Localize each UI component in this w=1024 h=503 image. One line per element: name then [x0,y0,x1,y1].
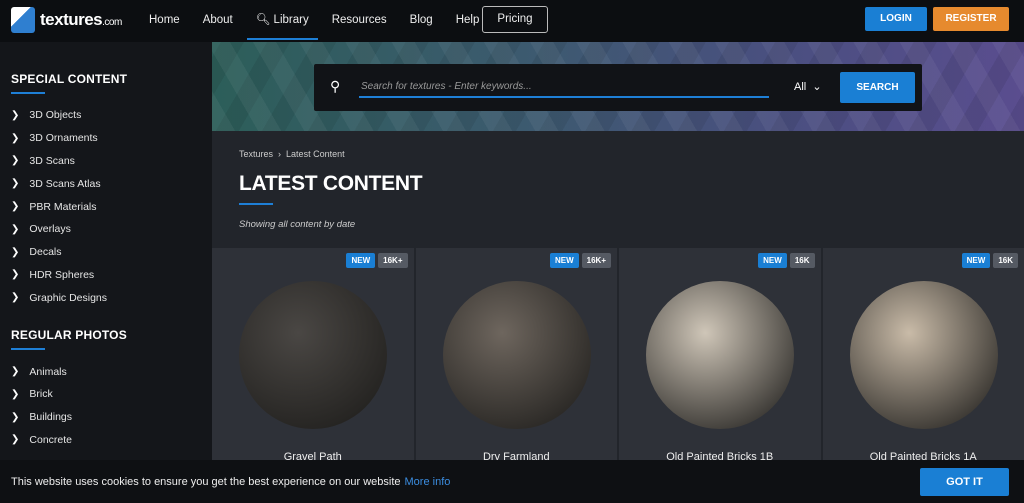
resolution-badge: 16K+ [378,253,408,268]
page-subtitle: Showing all content by date [239,219,356,230]
search-button[interactable]: SEARCH [840,72,915,103]
sidebar-item[interactable]: ❯ 3D Scans Atlas [11,172,201,195]
sidebar-item[interactable]: ❯ HDR Spheres [11,264,201,287]
category-select[interactable]: All ⌄ [794,80,822,93]
section-underline [11,92,45,94]
sidebar-item-label: 3D Scans [29,154,75,167]
texture-preview [239,281,387,429]
logo[interactable]: textures.com [11,7,122,33]
category-value: All [794,81,807,93]
sidebar-item[interactable]: ❯ Concrete [11,429,201,452]
chevron-right-icon: ❯ [11,388,20,400]
login-button[interactable]: LOGIN [865,7,927,31]
chevron-right-icon: ❯ [11,132,20,144]
sidebar-item-label: Buildings [29,411,73,424]
main-nav: Home About 🔍︎ Library Resources Blog Hel… [149,0,502,42]
sidebar-item-label: 3D Ornaments [29,132,98,145]
page-title: LATEST CONTENT [239,172,423,195]
sidebar-section-title: SPECIAL CONTENT [11,72,128,86]
sidebar-item-label: Concrete [29,433,72,446]
cube-logo-icon [11,7,35,33]
sidebar-item-label: Animals [29,365,67,378]
sidebar-item[interactable]: ❯ Brick [11,383,201,406]
nav-resources[interactable]: Resources [332,0,387,42]
sidebar-item[interactable]: ❯ 3D Scans [11,150,201,173]
chevron-right-icon: › [278,149,282,159]
more-info-link[interactable]: More info [405,476,451,488]
breadcrumb: Textures › Latest Content [239,149,345,159]
sidebar-item[interactable]: ❯ 3D Ornaments [11,127,201,150]
nav-library[interactable]: 🔍︎ Library [246,0,318,42]
sidebar-item[interactable]: ❯ Graphic Designs [11,286,201,309]
sidebar-item-label: Decals [29,246,62,259]
search-icon: 🔍︎ [255,14,274,26]
texture-preview [849,281,998,429]
texture-card[interactable]: NEW 16K+ Gravel Path [212,248,414,463]
chevron-right-icon: ❯ [11,366,20,378]
pricing-button[interactable]: Pricing [482,6,548,33]
search-banner: ⚲ All ⌄ SEARCH [212,42,1024,131]
sidebar-item[interactable]: ❯ 3D Objects [11,104,201,127]
logo-suffix: .com [102,17,122,28]
search-icon: ⚲ [330,78,341,94]
sidebar-item-label: PBR Materials [29,200,97,213]
sidebar-item[interactable]: ❯ Decals [11,241,201,264]
title-underline [239,203,273,205]
new-badge: NEW [758,253,787,268]
resolution-badge: 16K [993,253,1018,268]
sidebar-item-label: Graphic Designs [29,291,108,304]
register-button[interactable]: REGISTER [933,7,1009,31]
sidebar-section-title: REGULAR PHOTOS [11,328,127,343]
texture-card[interactable]: NEW 16K+ Dry Farmland [415,248,617,463]
chevron-right-icon: ❯ [11,178,20,190]
new-badge: NEW [346,253,376,268]
chevron-right-icon: ❯ [11,269,20,281]
sidebar-item-label: 3D Scans Atlas [29,177,101,190]
sidebar-item-label: Brick [29,388,53,401]
content-grid: NEW 16K+ Gravel Path NEW 16K+ Dry Farmland… [212,248,1024,463]
nav-library-label: Library [273,14,309,26]
sidebar-item-label: 3D Objects [29,109,82,122]
got-it-button[interactable]: GOT IT [920,468,1009,496]
nav-about[interactable]: About [203,0,233,42]
chevron-down-icon: ⌄ [812,81,822,93]
chevron-right-icon: ❯ [11,223,20,235]
search-input[interactable] [359,76,769,98]
nav-home[interactable]: Home [149,0,180,42]
header: textures.com Home About 🔍︎ Library Resou… [0,0,1024,42]
chevron-right-icon: ❯ [11,434,20,446]
chevron-right-icon: ❯ [11,246,20,258]
chevron-right-icon: ❯ [11,109,20,121]
logo-text: textures [40,10,103,29]
sidebar-item[interactable]: ❯ Overlays [11,218,201,241]
texture-card[interactable]: NEW 16K Old Painted Bricks 1A [822,248,1024,463]
section-underline [11,348,45,351]
chevron-right-icon: ❯ [11,292,20,304]
texture-card[interactable]: NEW 16K Old Painted Bricks 1B [619,248,821,463]
cookie-banner: This website uses cookies to ensure you … [0,460,1024,503]
sidebar: SPECIAL CONTENT ❯ 3D Objects ❯ 3D Ornaments ❯… [0,42,212,503]
new-badge: NEW [961,253,991,268]
sidebar-item[interactable]: ❯ Animals [11,360,201,383]
resolution-badge: 16K [789,253,815,268]
nav-blog[interactable]: Blog [410,0,433,42]
chevron-right-icon: ❯ [11,411,20,423]
sidebar-item-label: Overlays [29,223,71,236]
chevron-right-icon: ❯ [11,155,20,167]
search-bar: ⚲ All ⌄ SEARCH [314,64,922,111]
texture-preview [646,281,794,429]
resolution-badge: 16K+ [581,253,611,268]
breadcrumb-textures[interactable]: Textures [239,149,273,159]
sidebar-item-label: HDR Spheres [29,268,95,281]
nav-help[interactable]: Help [456,0,480,42]
chevron-right-icon: ❯ [11,201,20,213]
sidebar-item[interactable]: ❯ Buildings [11,406,201,429]
new-badge: NEW [549,253,579,268]
cookie-text: This website uses cookies to ensure you … [11,475,401,488]
sidebar-item[interactable]: ❯ PBR Materials [11,195,201,218]
texture-preview [442,281,591,429]
breadcrumb-current: Latest Content [286,149,345,159]
